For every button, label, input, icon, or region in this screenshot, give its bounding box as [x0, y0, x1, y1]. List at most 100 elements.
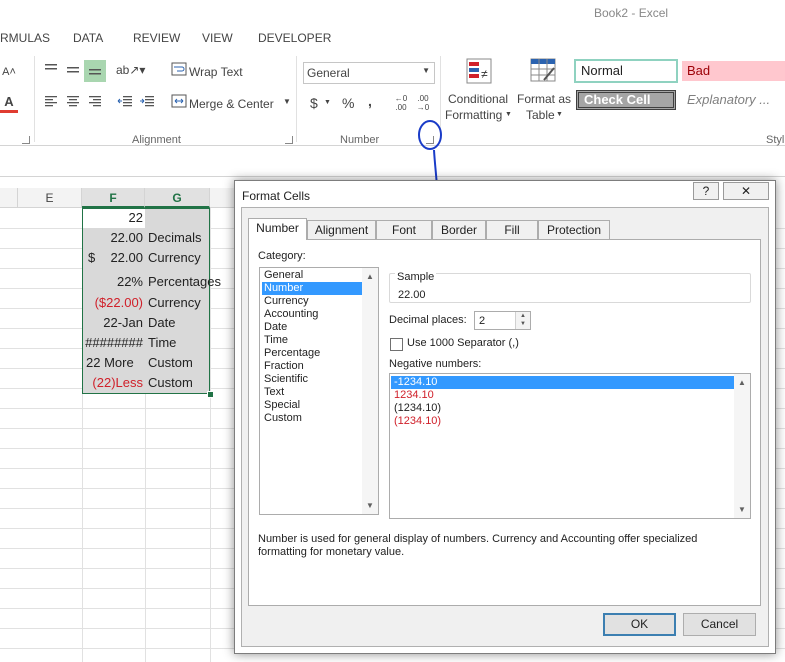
alignment-launcher-icon[interactable] — [285, 136, 293, 144]
category-list[interactable]: General Number Currency Accounting Date … — [259, 267, 379, 515]
tab-fill[interactable]: Fill — [486, 220, 538, 239]
increase-indent-icon[interactable] — [138, 94, 156, 110]
orientation-icon[interactable]: ab↗▾ — [116, 62, 145, 78]
tab-formulas[interactable]: RMULAS — [0, 31, 50, 45]
negative-option-1[interactable]: -1234.10 — [391, 376, 734, 389]
align-center-icon[interactable] — [64, 94, 82, 110]
style-normal[interactable]: Normal — [574, 59, 678, 83]
column-header-g[interactable]: G — [145, 188, 210, 208]
percent-button[interactable]: % — [342, 95, 354, 111]
cell-g4[interactable]: Percentages — [145, 272, 221, 292]
tab-border[interactable]: Border — [432, 220, 486, 239]
conditional-formatting-icon[interactable]: ≠ — [464, 56, 494, 86]
tab-view[interactable]: VIEW — [202, 31, 233, 45]
decimal-places-input[interactable]: 2 ▲ ▼ — [474, 311, 531, 330]
fill-handle[interactable] — [207, 391, 214, 398]
cell-g9[interactable]: Custom — [145, 373, 193, 393]
cell-f8[interactable]: 22 More — [82, 353, 145, 373]
scroll-up-icon[interactable]: ▲ — [738, 378, 746, 387]
thousand-separator-checkbox[interactable] — [390, 338, 403, 351]
conditional-formatting-chevron-icon: ▼ — [505, 111, 512, 118]
category-currency[interactable]: Currency — [262, 295, 364, 308]
middle-align-icon[interactable] — [64, 62, 82, 78]
cell-g7[interactable]: Time — [145, 333, 176, 353]
align-left-icon[interactable] — [42, 94, 60, 110]
cell-g8[interactable]: Custom — [145, 353, 193, 373]
category-custom[interactable]: Custom — [262, 412, 364, 425]
formula-bar[interactable] — [0, 146, 785, 177]
cell-f1[interactable]: 22 — [82, 208, 145, 228]
close-button[interactable]: ✕ — [723, 182, 769, 200]
scroll-down-icon[interactable]: ▼ — [366, 501, 374, 510]
cell-g6[interactable]: Date — [145, 313, 175, 333]
negative-option-4[interactable]: (1234.10) — [391, 415, 734, 428]
category-text[interactable]: Text — [262, 386, 364, 399]
decrease-indent-icon[interactable] — [116, 94, 134, 110]
tab-developer[interactable]: DEVELOPER — [258, 31, 331, 45]
currency-dropdown-icon[interactable]: ▼ — [324, 99, 331, 106]
category-time[interactable]: Time — [262, 334, 364, 347]
style-explanatory[interactable]: Explanatory ... — [682, 90, 785, 110]
increase-font-icon[interactable]: A˄ — [0, 64, 18, 80]
category-date[interactable]: Date — [262, 321, 364, 334]
negative-numbers-list[interactable]: -1234.10 1234.10 (1234.10) (1234.10) ▲ ▼ — [389, 373, 751, 519]
cell-f9[interactable]: (22)Less — [82, 373, 145, 393]
category-scientific[interactable]: Scientific — [262, 373, 364, 386]
merge-center-icon[interactable] — [170, 94, 188, 110]
category-percentage[interactable]: Percentage — [262, 347, 364, 360]
font-launcher-icon[interactable] — [22, 136, 30, 144]
scroll-down-icon[interactable]: ▼ — [738, 505, 746, 514]
format-as-table-label-1[interactable]: Format as — [517, 92, 571, 106]
merge-dropdown-icon[interactable]: ▼ — [283, 97, 291, 106]
cell-f6[interactable]: 22-Jan — [82, 313, 145, 333]
category-scrollbar[interactable]: ▲ ▼ — [362, 268, 378, 514]
tab-font[interactable]: Font — [376, 220, 432, 239]
cell-g3[interactable]: Currency — [145, 248, 201, 268]
ok-button[interactable]: OK — [603, 613, 676, 636]
wrap-text-icon[interactable] — [170, 62, 188, 78]
select-all-corner[interactable] — [0, 188, 18, 208]
cancel-button[interactable]: Cancel — [683, 613, 756, 636]
cell-f3[interactable]: $22.00 — [82, 248, 145, 268]
top-align-icon[interactable] — [42, 62, 60, 78]
tab-review[interactable]: REVIEW — [133, 31, 180, 45]
tab-number[interactable]: Number — [248, 218, 307, 240]
category-number[interactable]: Number — [262, 282, 364, 295]
negative-scrollbar[interactable]: ▲ ▼ — [734, 374, 750, 518]
column-header-f[interactable]: F — [82, 188, 145, 208]
scroll-up-icon[interactable]: ▲ — [366, 272, 374, 281]
cell-g5[interactable]: Currency — [145, 293, 201, 313]
wrap-text-button[interactable]: Wrap Text — [189, 65, 243, 79]
format-as-table-label-2[interactable]: Table — [526, 108, 555, 122]
negative-option-2[interactable]: 1234.10 — [391, 389, 734, 402]
format-as-table-icon[interactable] — [528, 56, 558, 86]
merge-center-button[interactable]: Merge & Center — [189, 97, 274, 111]
negative-option-3[interactable]: (1234.10) — [391, 402, 734, 415]
cell-f4[interactable]: 22% — [82, 272, 145, 292]
increase-decimal-icon[interactable]: ←0.00 — [392, 94, 410, 112]
cell-f2[interactable]: 22.00 — [82, 228, 145, 248]
help-button[interactable]: ? — [693, 182, 719, 200]
category-accounting[interactable]: Accounting — [262, 308, 364, 321]
align-right-icon[interactable] — [86, 94, 104, 110]
number-format-dropdown[interactable]: General ▼ — [303, 62, 435, 84]
comma-button[interactable]: , — [368, 93, 372, 109]
cell-g2[interactable]: Decimals — [145, 228, 201, 248]
bottom-align-icon[interactable] — [84, 60, 106, 82]
style-check-cell[interactable]: Check Cell — [576, 90, 676, 110]
decrease-decimal-icon[interactable]: .00 →0 — [414, 94, 432, 112]
category-special[interactable]: Special — [262, 399, 364, 412]
font-color-icon[interactable]: A — [0, 94, 18, 113]
tab-protection[interactable]: Protection — [538, 220, 610, 239]
decimal-spinner-icon[interactable]: ▲ ▼ — [515, 312, 530, 329]
tab-alignment[interactable]: Alignment — [307, 220, 376, 239]
category-general[interactable]: General — [262, 269, 364, 282]
style-bad[interactable]: Bad — [682, 61, 785, 81]
column-header-e[interactable]: E — [18, 188, 82, 208]
category-fraction[interactable]: Fraction — [262, 360, 364, 373]
tab-data[interactable]: DATA — [73, 31, 103, 45]
cell-f5[interactable]: ($22.00) — [82, 293, 145, 313]
cell-f7[interactable]: ######## — [82, 333, 145, 353]
currency-button[interactable]: $ — [310, 95, 318, 111]
conditional-formatting-label-1[interactable]: Conditional — [448, 92, 508, 106]
